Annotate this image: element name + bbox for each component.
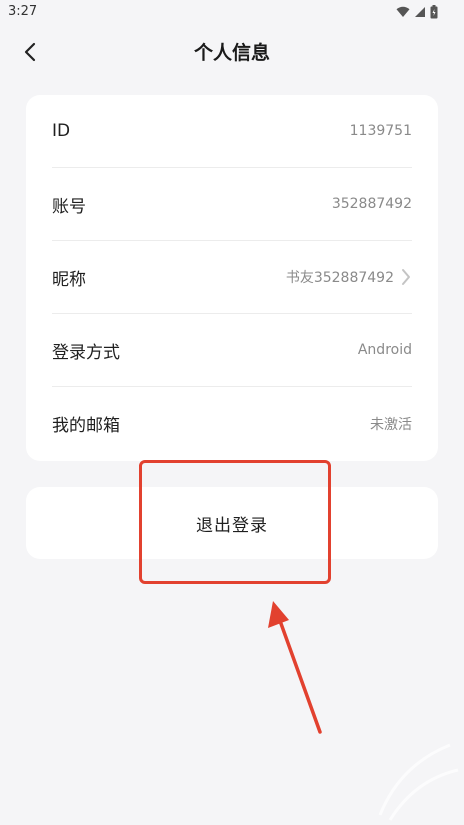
row-value-wrap: 352887492	[332, 196, 412, 212]
wifi-icon	[396, 6, 410, 17]
info-row-email[interactable]: 我的邮箱 未激活	[52, 387, 412, 460]
info-row-account: 账号 352887492	[52, 168, 412, 241]
info-row-login-method: 登录方式 Android	[52, 314, 412, 387]
row-label: 账号	[52, 196, 86, 217]
info-card: ID 1139751 账号 352887492 昵称 书友352887492 登…	[26, 95, 438, 461]
chevron-right-icon	[400, 267, 412, 287]
row-label: 昵称	[52, 269, 86, 290]
annotation-highlight-box	[139, 460, 331, 584]
row-value: Android	[357, 342, 412, 358]
signal-icon	[415, 7, 425, 17]
row-label: 我的邮箱	[52, 416, 120, 436]
row-value-wrap: Android	[358, 342, 412, 358]
header: 个人信息	[0, 26, 464, 76]
row-value: 1139751	[349, 123, 412, 139]
row-value: 书友352887492	[285, 270, 394, 286]
row-value-wrap: 书友352887492	[286, 267, 412, 287]
row-value-wrap: 未激活	[370, 414, 412, 434]
status-bar: 3:27	[0, 0, 464, 26]
status-icons	[396, 5, 438, 19]
info-row-id: ID 1139751	[52, 95, 412, 168]
status-time: 3:27	[8, 4, 38, 19]
row-label: 登录方式	[52, 342, 120, 363]
info-row-nickname[interactable]: 昵称 书友352887492	[52, 241, 412, 314]
watermark-icon	[378, 743, 459, 821]
row-label: ID	[52, 121, 71, 141]
page-title: 个人信息	[193, 42, 270, 64]
row-value-wrap: 1139751	[350, 123, 412, 139]
battery-icon	[430, 5, 438, 19]
row-value: 352887492	[331, 196, 412, 212]
row-value: 未激活	[370, 416, 412, 433]
